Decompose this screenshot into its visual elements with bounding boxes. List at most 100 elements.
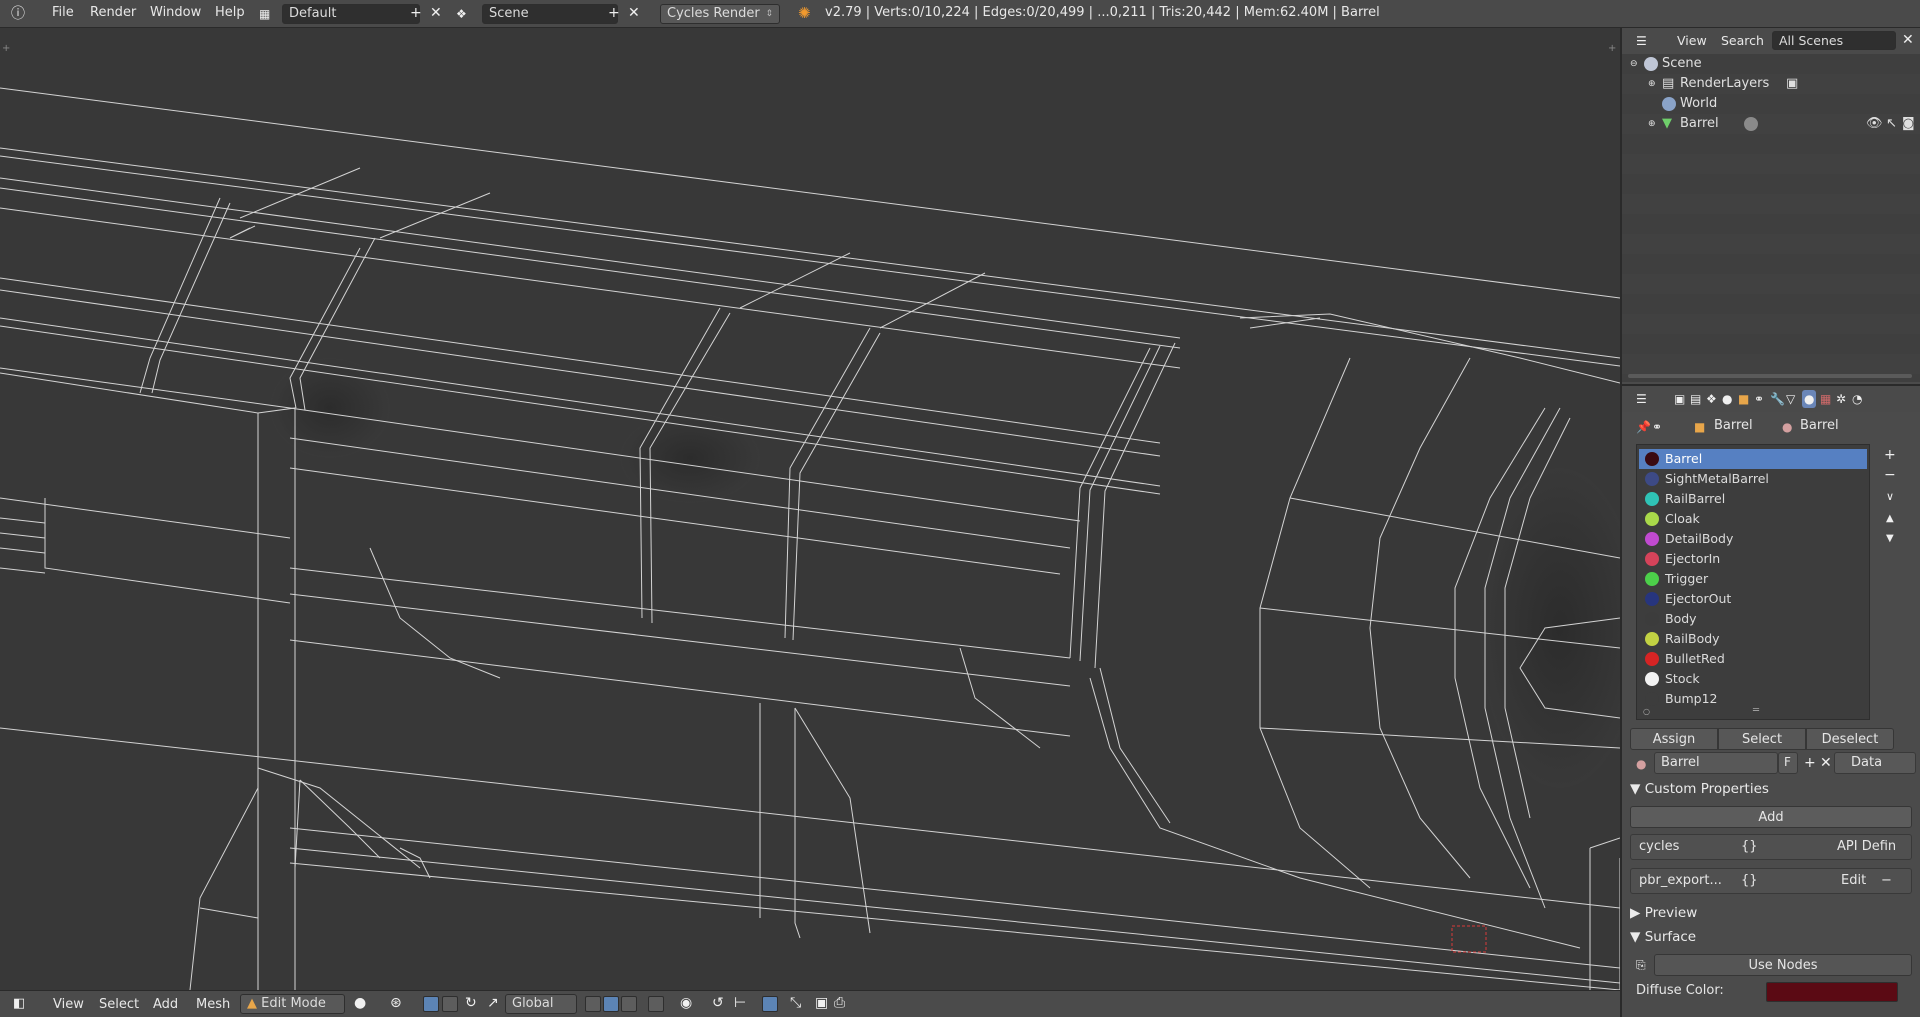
material-slot-barrel[interactable]: Barrel — [1639, 449, 1867, 469]
selectability-cursor-icon[interactable]: ↖ — [1886, 114, 1897, 134]
renderability-camera-icon[interactable]: ◙ — [1902, 114, 1915, 134]
outliner-editor-icon[interactable]: ☰ — [1636, 34, 1647, 48]
scene-icon[interactable]: ❖ — [456, 7, 467, 21]
outliner-display-filter[interactable]: All Scenes — [1772, 31, 1896, 50]
physics-tab-icon[interactable]: ◔ — [1852, 392, 1862, 406]
data-tab-icon[interactable]: ▽ — [1786, 392, 1795, 406]
proportional-edit-icon[interactable]: ◉ — [680, 996, 692, 1010]
add-scene-icon[interactable]: + — [608, 6, 620, 20]
outliner-menu-search[interactable]: Search — [1721, 33, 1764, 48]
translate-icon[interactable] — [442, 996, 458, 1012]
move-slot-up-icon[interactable]: ▲ — [1886, 512, 1894, 526]
snap-toggle-icon[interactable] — [648, 996, 664, 1012]
rotate-icon[interactable]: ↻ — [465, 996, 477, 1010]
new-material-icon[interactable]: + — [1804, 756, 1816, 770]
outliner-scrollbar[interactable] — [1628, 374, 1912, 378]
layer-button-1[interactable] — [585, 996, 601, 1012]
breadcrumb-object[interactable]: Barrel — [1714, 418, 1753, 433]
expand-toggle-icon[interactable]: ⊖ — [1630, 54, 1638, 74]
menu-select[interactable]: Select — [99, 997, 139, 1012]
render-engine-select[interactable]: Cycles Render ⇕ — [660, 4, 780, 24]
surface-panel-header[interactable]: ▼ Surface — [1630, 926, 1696, 948]
outliner-close-icon[interactable]: ✕ — [1902, 33, 1914, 47]
add-property-button[interactable]: Add — [1630, 806, 1912, 828]
slot-specials-icon[interactable]: ∨ — [1886, 490, 1894, 504]
texture-tab-icon[interactable]: ▦ — [1820, 392, 1831, 406]
viewport-corner-icon-right[interactable]: + — [1608, 42, 1616, 56]
unlink-material-icon[interactable]: ✕ — [1820, 756, 1832, 770]
list-resize-handle-icon[interactable]: ═ — [1753, 705, 1759, 716]
outliner-menu-view[interactable]: View — [1677, 33, 1707, 48]
camera-icon[interactable]: ⎙ — [834, 996, 845, 1010]
outliner-item-scene[interactable]: ⊖ Scene — [1622, 54, 1920, 74]
use-nodes-button[interactable]: Use Nodes — [1654, 954, 1912, 976]
diffuse-color-swatch[interactable] — [1766, 982, 1898, 1002]
material-slot-cloak[interactable]: Cloak — [1639, 509, 1867, 529]
render-icon[interactable]: ▣ — [815, 996, 828, 1010]
menu-window[interactable]: Window — [150, 5, 201, 20]
menu-mesh[interactable]: Mesh — [196, 997, 230, 1012]
material-slot-ejectorin[interactable]: EjectorIn — [1639, 549, 1867, 569]
custom-properties-panel-header[interactable]: ▼ Custom Properties — [1630, 778, 1769, 800]
edit-property-button[interactable]: Edit — [1841, 869, 1866, 893]
object-tab-icon[interactable]: ■ — [1738, 392, 1749, 406]
render-layers-tab-icon[interactable]: ▤ — [1690, 392, 1701, 406]
add-screen-icon[interactable]: + — [410, 6, 422, 20]
screen-layout-icon[interactable]: ▦ — [259, 7, 270, 21]
menu-view[interactable]: View — [53, 997, 84, 1012]
constraints-tab-icon[interactable]: ⚭ — [1754, 392, 1764, 406]
outliner-item-world[interactable]: World — [1622, 94, 1920, 114]
material-slot-stock[interactable]: Stock — [1639, 669, 1867, 689]
manipulator-toggle-icon[interactable] — [423, 996, 439, 1012]
face-select-icon[interactable]: ⤡ — [790, 996, 801, 1010]
expand-toggle-icon[interactable]: ⊕ — [1648, 114, 1656, 134]
particles-tab-icon[interactable]: ✲ — [1836, 392, 1846, 406]
edge-select-icon[interactable] — [762, 996, 778, 1012]
visibility-eye-icon[interactable]: 👁 — [1866, 114, 1883, 134]
render-tab-icon[interactable]: ▣ — [1674, 392, 1685, 406]
world-tab-icon[interactable]: ● — [1722, 392, 1732, 406]
transform-orientation-select[interactable]: Global — [505, 994, 577, 1014]
properties-editor-icon[interactable]: ☰ — [1636, 392, 1647, 406]
material-slot-detailbody[interactable]: DetailBody — [1639, 529, 1867, 549]
material-slot-sightmetalbarrel[interactable]: SightMetalBarrel — [1639, 469, 1867, 489]
context-nodes-icon[interactable]: ⚭ — [1652, 420, 1662, 434]
material-slot-railbody[interactable]: RailBody — [1639, 629, 1867, 649]
link-type-select[interactable]: Data — [1834, 752, 1916, 774]
remove-slot-icon[interactable]: − — [1884, 468, 1896, 482]
info-editor-icon[interactable]: ⓘ — [11, 7, 25, 21]
screen-layout-field[interactable]: Default — [282, 4, 420, 24]
list-filter-icon[interactable]: ○ — [1643, 707, 1650, 716]
preview-panel-header[interactable]: ▶ Preview — [1630, 902, 1697, 924]
material-name-field[interactable]: Barrel — [1654, 752, 1778, 774]
select-button[interactable]: Select — [1718, 728, 1806, 750]
breadcrumb-material[interactable]: Barrel — [1800, 418, 1839, 433]
menu-file[interactable]: File — [52, 5, 74, 20]
pivot-point-icon[interactable]: ⊛ — [390, 996, 402, 1010]
scene-field[interactable]: Scene — [482, 4, 618, 24]
deselect-button[interactable]: Deselect — [1806, 728, 1894, 750]
viewport-corner-icon[interactable]: + — [2, 42, 10, 56]
assign-button[interactable]: Assign — [1630, 728, 1718, 750]
vertex-select-icon[interactable]: ⊢ — [734, 996, 746, 1010]
expand-toggle-icon[interactable]: ⊕ — [1648, 74, 1656, 94]
remove-scene-icon[interactable]: ✕ — [628, 6, 640, 20]
scene-tab-icon[interactable]: ❖ — [1706, 392, 1717, 406]
menu-add[interactable]: Add — [153, 997, 178, 1012]
layer-button-3[interactable] — [621, 996, 637, 1012]
material-browse-icon[interactable]: ● — [1636, 757, 1646, 771]
remove-screen-icon[interactable]: ✕ — [430, 6, 442, 20]
outliner-item-barrel[interactable]: ⊕ ▼ Barrel 👁 ↖ ◙ — [1622, 114, 1920, 134]
material-slot-list[interactable]: Barrel SightMetalBarrel RailBarrel Cloak Det… — [1636, 444, 1870, 720]
menu-help[interactable]: Help — [215, 5, 245, 20]
material-slot-bulletred[interactable]: BulletRed — [1639, 649, 1867, 669]
material-slot-trigger[interactable]: Trigger — [1639, 569, 1867, 589]
add-slot-icon[interactable]: + — [1884, 448, 1896, 462]
remove-property-icon[interactable]: − — [1881, 869, 1892, 893]
outliner[interactable]: ⊖ Scene ⊕ ▤ RenderLayers ▣ World ⊕ ▼ Bar… — [1622, 54, 1920, 382]
material-slot-railbarrel[interactable]: RailBarrel — [1639, 489, 1867, 509]
material-slot-ejectorout[interactable]: EjectorOut — [1639, 589, 1867, 609]
modifiers-tab-icon[interactable]: 🔧 — [1770, 392, 1785, 406]
layer-button-2[interactable] — [603, 996, 619, 1012]
shading-solid-icon[interactable]: ● — [354, 996, 366, 1010]
